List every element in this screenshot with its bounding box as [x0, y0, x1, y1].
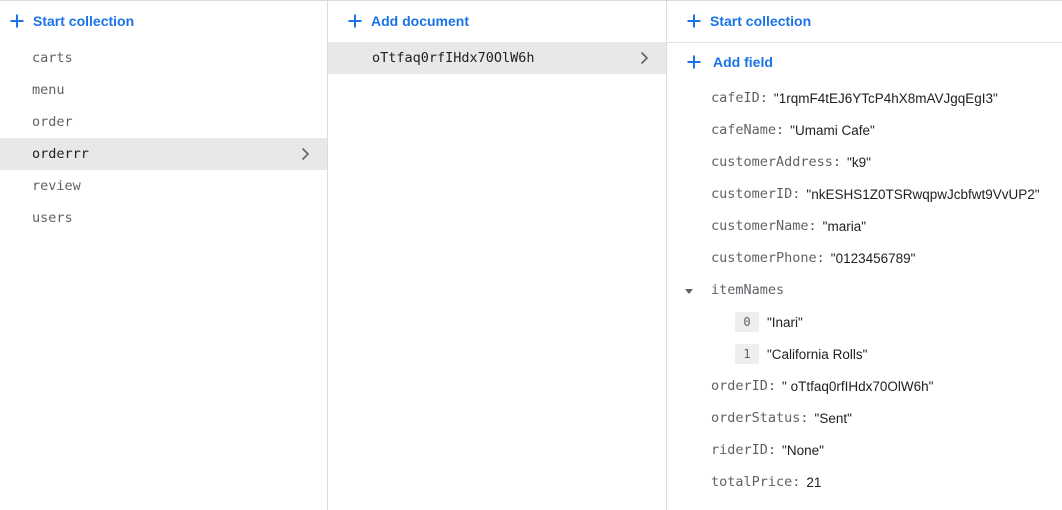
field-key: customerID:	[711, 186, 801, 202]
field-orderStatus[interactable]: orderStatus: "Sent"	[711, 406, 852, 430]
collection-item-order[interactable]: order	[0, 106, 327, 138]
field-value: "nkESHS1Z0TSRwqpwJcbfwt9VvUP2"	[806, 186, 1040, 202]
field-customerName[interactable]: customerName: "maria"	[711, 214, 866, 238]
field-value: "Umami Cafe"	[790, 122, 875, 138]
field-key: customerPhone:	[711, 250, 825, 266]
start-collection-label: Start collection	[710, 13, 812, 29]
fields-panel: Start collection Add field cafeID: "1rqm…	[667, 0, 1062, 510]
field-key: customerAddress:	[711, 154, 842, 170]
field-customerAddress[interactable]: customerAddress: "k9"	[711, 150, 871, 174]
collection-item-carts[interactable]: carts	[0, 42, 327, 74]
collection-item-orderrr[interactable]: orderrr	[0, 138, 327, 170]
array-item[interactable]: 0 "Inari"	[735, 310, 803, 334]
collection-item-menu[interactable]: menu	[0, 74, 327, 106]
add-document-label: Add document	[371, 13, 469, 29]
field-cafeID[interactable]: cafeID: "1rqmF4tEJ6YTcP4hX8mAVJgqEgI3"	[711, 86, 998, 110]
documents-panel: Add document oTtfaq0rfIHdx70OlW6h	[328, 0, 667, 510]
add-field-button[interactable]: Add field	[686, 50, 773, 74]
plus-icon	[10, 14, 24, 28]
start-subcollection-button[interactable]: Start collection	[667, 0, 1062, 43]
array-index: 0	[735, 312, 759, 332]
collection-item-label: carts	[32, 50, 73, 66]
array-item[interactable]: 1 "California Rolls"	[735, 342, 867, 366]
chevron-right-icon	[301, 147, 310, 161]
field-key: totalPrice:	[711, 474, 801, 490]
field-customerPhone[interactable]: customerPhone: "0123456789"	[711, 246, 915, 270]
start-collection-label: Start collection	[33, 13, 135, 29]
field-key: cafeName:	[711, 122, 785, 138]
add-document-button[interactable]: Add document	[328, 0, 666, 42]
array-value: "California Rolls"	[767, 346, 868, 362]
add-field-label: Add field	[713, 54, 773, 70]
caret-down-icon[interactable]	[683, 285, 695, 297]
collection-list: carts menu order orderrr review users	[0, 42, 327, 234]
field-riderID[interactable]: riderID: "None"	[711, 438, 824, 462]
plus-icon	[687, 14, 701, 28]
array-index: 1	[735, 344, 759, 364]
field-key: orderID:	[711, 378, 777, 394]
field-value: "None"	[782, 442, 824, 458]
field-key: customerName:	[711, 218, 817, 234]
chevron-right-icon	[640, 51, 649, 65]
field-customerID[interactable]: customerID: "nkESHS1Z0TSRwqpwJcbfwt9VvUP…	[711, 182, 1040, 206]
field-value: "maria"	[822, 218, 867, 234]
field-orderID[interactable]: orderID: " oTtfaq0rfIHdx70OlW6h"	[711, 374, 933, 398]
field-totalPrice[interactable]: totalPrice: 21	[711, 470, 821, 494]
collection-item-label: order	[32, 114, 73, 130]
array-value: "Inari"	[767, 314, 803, 330]
collection-item-label: orderrr	[32, 146, 89, 162]
document-id: oTtfaq0rfIHdx70OlW6h	[372, 50, 535, 66]
collection-item-review[interactable]: review	[0, 170, 327, 202]
field-key: orderStatus:	[711, 410, 809, 426]
document-item[interactable]: oTtfaq0rfIHdx70OlW6h	[328, 42, 666, 74]
plus-icon	[687, 55, 701, 69]
field-itemNames[interactable]: itemNames	[711, 278, 784, 302]
field-key: riderID:	[711, 442, 777, 458]
collections-panel: Start collection carts menu order orderr…	[0, 0, 328, 510]
plus-icon	[348, 14, 362, 28]
collection-item-label: menu	[32, 82, 65, 98]
field-value: 21	[806, 474, 822, 490]
start-collection-button[interactable]: Start collection	[0, 0, 327, 42]
collection-item-users[interactable]: users	[0, 202, 327, 234]
field-value: "k9"	[847, 154, 871, 170]
field-value: "Sent"	[814, 410, 852, 426]
collection-item-label: review	[32, 178, 81, 194]
field-key: cafeID:	[711, 90, 768, 106]
field-cafeName[interactable]: cafeName: "Umami Cafe"	[711, 118, 875, 142]
field-value: " oTtfaq0rfIHdx70OlW6h"	[782, 378, 934, 394]
field-value: "1rqmF4tEJ6YTcP4hX8mAVJgqEgI3"	[773, 90, 998, 106]
collection-item-label: users	[32, 210, 73, 226]
field-key: itemNames	[711, 282, 785, 298]
field-value: "0123456789"	[830, 250, 916, 266]
